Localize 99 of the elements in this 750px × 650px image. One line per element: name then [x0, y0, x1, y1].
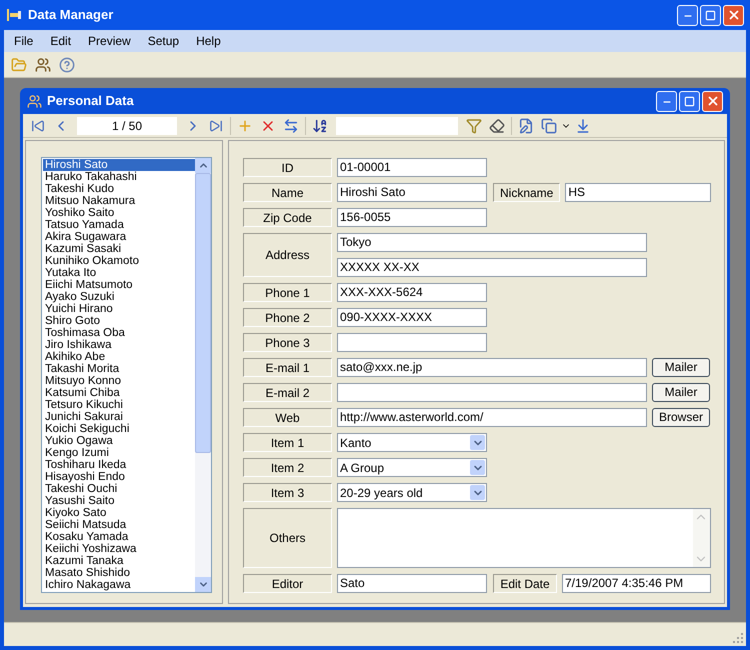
resize-grip-icon[interactable]: [732, 632, 744, 644]
field-label: Web: [243, 408, 332, 427]
text-field[interactable]: [337, 333, 487, 352]
list-item[interactable]: Haruko Takahashi: [43, 171, 195, 183]
list-item[interactable]: Kunihiko Okamoto: [43, 255, 195, 267]
maximize-button[interactable]: [700, 4, 721, 26]
maximize-button[interactable]: [679, 90, 700, 112]
list-item[interactable]: Tetsuro Kikuchi: [43, 399, 195, 411]
text-field[interactable]: [337, 383, 647, 402]
field-label: E-mail 1: [243, 358, 332, 377]
menu-item[interactable]: Edit: [50, 32, 72, 50]
close-button[interactable]: [702, 90, 723, 112]
action-button[interactable]: Mailer: [652, 358, 710, 377]
text-field[interactable]: 090-XXXX-XXXX: [337, 308, 487, 327]
list-item[interactable]: Yuichi Hirano: [43, 303, 195, 315]
list-item[interactable]: Takeshi Ouchi: [43, 483, 195, 495]
text-field[interactable]: HS: [565, 183, 711, 202]
list-item[interactable]: Mitsuyo Konno: [43, 375, 195, 387]
text-field[interactable]: XXXXX XX-XX: [337, 258, 647, 277]
text-field[interactable]: http://www.asterworld.com/: [337, 408, 647, 427]
field-label: Item 2: [243, 458, 332, 477]
maximize-icon: [705, 10, 716, 20]
field-label: Nickname: [493, 183, 560, 202]
list-item[interactable]: Yukio Ogawa: [43, 435, 195, 447]
list-item[interactable]: Katsumi Chiba: [43, 387, 195, 399]
list-item[interactable]: Kazumi Sasaki: [43, 243, 195, 255]
minimize-button[interactable]: [656, 90, 677, 112]
dropdown-value: 20-29 years old: [340, 484, 423, 502]
list-item[interactable]: Shiro Goto: [43, 315, 195, 327]
list-item[interactable]: Masato Shishido: [43, 567, 195, 579]
list-item[interactable]: Junichi Sakurai: [43, 411, 195, 423]
dropdown[interactable]: Kanto: [337, 433, 487, 452]
field-label: E-mail 2: [243, 383, 332, 402]
list-item[interactable]: Ayako Suzuki: [43, 291, 195, 303]
maximize-icon: [684, 96, 695, 106]
field-label: Edit Date: [493, 574, 557, 593]
list-item[interactable]: Koichi Sekiguchi: [43, 423, 195, 435]
dropdown[interactable]: A Group: [337, 458, 487, 477]
list-item[interactable]: Takeshi Kudo: [43, 183, 195, 195]
list-item[interactable]: Yoshiko Saito: [43, 207, 195, 219]
field-label: Phone 3: [243, 333, 332, 352]
app-icon: [6, 8, 22, 22]
list-item[interactable]: Toshiharu Ikeda: [43, 459, 195, 471]
field-label: ID: [243, 158, 332, 177]
field-label: Address: [243, 233, 332, 277]
text-field[interactable]: 156-0055: [337, 208, 487, 227]
field-label: Others: [243, 508, 332, 568]
list-item[interactable]: Kengo Izumi: [43, 447, 195, 459]
close-icon: [706, 94, 720, 108]
list-item[interactable]: Hisayoshi Endo: [43, 471, 195, 483]
field-label: Item 3: [243, 483, 332, 502]
list-item[interactable]: Kosaku Yamada: [43, 531, 195, 543]
list-item[interactable]: Hiroshi Sato: [43, 159, 195, 171]
minimize-button[interactable]: [677, 4, 698, 26]
menu-item[interactable]: Preview: [88, 32, 131, 50]
list-item[interactable]: Eiichi Matsumoto: [43, 279, 195, 291]
field-label: Editor: [243, 574, 332, 593]
text-field[interactable]: 7/19/2007 4:35:46 PM: [562, 574, 711, 593]
people-icon: [27, 94, 42, 108]
list-item[interactable]: Yutaka Ito: [43, 267, 195, 279]
text-field[interactable]: Tokyo: [337, 233, 647, 252]
search-field[interactable]: [336, 116, 458, 134]
field-label: Zip Code: [243, 208, 332, 227]
list-item[interactable]: Akira Sugawara: [43, 231, 195, 243]
close-button[interactable]: [723, 4, 744, 26]
field-label: Phone 2: [243, 308, 332, 327]
text-field[interactable]: 01-00001: [337, 158, 487, 177]
window-title: Data Manager: [28, 6, 114, 24]
field-label: Item 1: [243, 433, 332, 452]
text-field[interactable]: Sato: [337, 574, 487, 593]
menu-item[interactable]: File: [14, 32, 34, 50]
list-item[interactable]: Kazumi Tanaka: [43, 555, 195, 567]
list-item[interactable]: Keiichi Yoshizawa: [43, 543, 195, 555]
list-item[interactable]: Takashi Morita: [43, 363, 195, 375]
action-button[interactable]: Browser: [652, 408, 710, 427]
text-field[interactable]: XXX-XXX-5624: [337, 283, 487, 302]
record-field[interactable]: 1 / 50: [77, 116, 177, 134]
action-button[interactable]: Mailer: [652, 383, 710, 402]
list-item[interactable]: Jiro Ishikawa: [43, 339, 195, 351]
list-item[interactable]: Akihiko Abe: [43, 351, 195, 363]
scroll-thumb[interactable]: [195, 173, 211, 453]
dropdown-value: Kanto: [340, 434, 372, 452]
list-item[interactable]: Mitsuo Nakamura: [43, 195, 195, 207]
list-item[interactable]: Tatsuo Yamada: [43, 219, 195, 231]
text-field[interactable]: Hiroshi Sato: [337, 183, 487, 202]
text-field[interactable]: sato@xxx.ne.jp: [337, 358, 647, 377]
dropdown-value: A Group: [340, 460, 384, 476]
list-item[interactable]: Toshimasa Oba: [43, 327, 195, 339]
list-item[interactable]: Ichiro Nakagawa: [43, 579, 195, 591]
menu-item[interactable]: Setup: [148, 32, 180, 50]
menu-item[interactable]: Help: [196, 32, 221, 50]
close-icon: [726, 8, 740, 22]
dropdown[interactable]: 20-29 years old: [337, 483, 487, 502]
child-window-title: Personal Data: [47, 92, 134, 110]
list-item[interactable]: Yasushi Saito: [43, 495, 195, 507]
list-item[interactable]: Kiyoko Sato: [43, 507, 195, 519]
field-label: Name: [243, 183, 332, 202]
list-item[interactable]: Seiichi Matsuda: [43, 519, 195, 531]
field-label: Phone 1: [243, 283, 332, 302]
